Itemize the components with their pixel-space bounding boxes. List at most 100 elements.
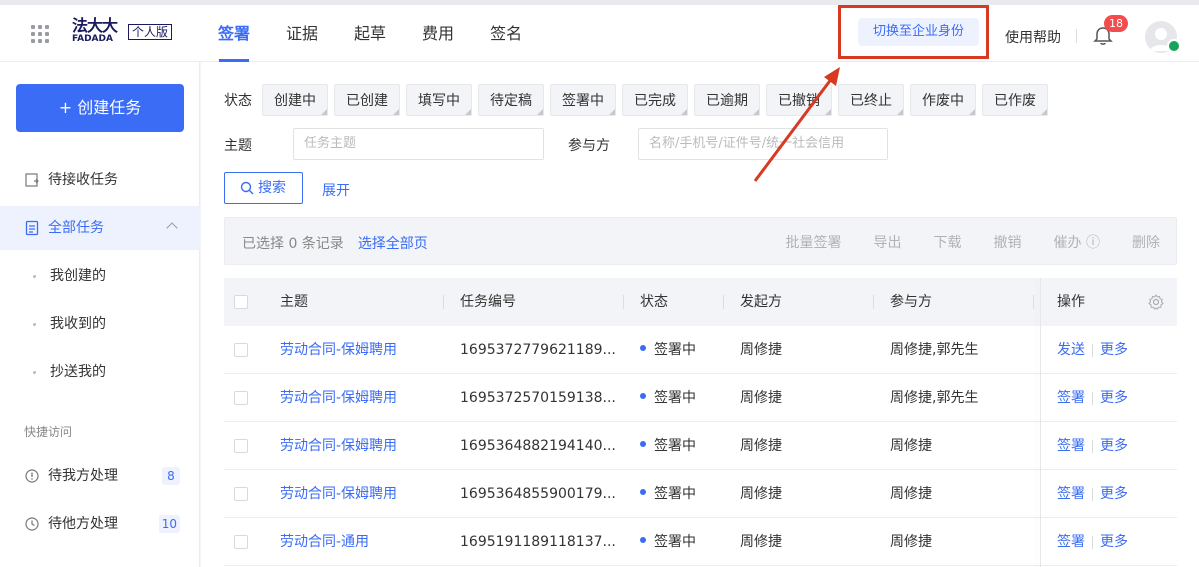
nav-tab-signature[interactable]: 签名 xyxy=(472,5,540,62)
party-input[interactable]: 名称/手机号/证件号/统一社会信用 xyxy=(638,128,888,160)
settings-gear-icon[interactable] xyxy=(1148,294,1164,310)
task-id: 1695364855900179... xyxy=(460,486,616,502)
column-header-parties: 参与方 xyxy=(890,294,932,310)
status-dot xyxy=(640,393,646,399)
clock-icon xyxy=(25,517,39,531)
more-action-link[interactable]: 更多 xyxy=(1100,390,1128,406)
status-chip[interactable]: 已创建 xyxy=(334,84,400,116)
logo-en: FADADA xyxy=(72,34,113,44)
send-action-link[interactable]: 发送 xyxy=(1057,342,1085,358)
nav-tab-draft[interactable]: 起草 xyxy=(336,5,404,62)
top-bar: 法大大 FADADA 个人版 签署 证据 起草 费用 签名 使用帮助 18 xyxy=(0,0,1199,62)
sidebar-item-awaiting-others[interactable]: 待他方处理 10 xyxy=(0,502,200,546)
help-link[interactable]: 使用帮助 xyxy=(1005,27,1061,47)
actions-column-divider xyxy=(1040,278,1041,567)
sidebar-item-awaiting-us[interactable]: 待我方处理 8 xyxy=(0,454,200,498)
status-filter-label: 状态 xyxy=(224,93,252,109)
task-status: 签署中 xyxy=(640,326,696,374)
switch-highlight-box: 切换至企业身份 xyxy=(838,5,989,59)
row-checkbox[interactable] xyxy=(234,487,248,501)
more-action-link[interactable]: 更多 xyxy=(1100,438,1128,454)
sign-action-link[interactable]: 签署 xyxy=(1057,438,1085,454)
revoke-button[interactable]: 撤销 xyxy=(978,232,1038,252)
remind-button[interactable]: 催办 ⓘ xyxy=(1038,232,1116,252)
column-divider xyxy=(443,295,444,309)
nav-tab-evidence[interactable]: 证据 xyxy=(268,5,336,62)
task-subject-link[interactable]: 劳动合同-保姆聘用 xyxy=(280,470,397,518)
table-row: 劳动合同-通用 1695191189118137... 签署中 周修捷 周修捷 … xyxy=(224,518,1177,566)
search-button[interactable]: 搜索 xyxy=(224,172,303,204)
sidebar-sub-created-by-me[interactable]: 我创建的 xyxy=(0,254,200,298)
table-row: 劳动合同-保姆聘用 1695372570159138... 签署中 周修捷 周修… xyxy=(224,374,1177,422)
sidebar-item-label: 全部任务 xyxy=(48,220,104,236)
task-status: 签署中 xyxy=(640,470,696,518)
task-status: 签署中 xyxy=(640,518,696,566)
create-task-button[interactable]: + 创建任务 xyxy=(16,84,184,132)
nav-tab-fees[interactable]: 费用 xyxy=(404,5,472,62)
task-subject-link[interactable]: 劳动合同-保姆聘用 xyxy=(280,374,397,422)
table-row: 劳动合同-保姆聘用 1695364882194140... 签署中 周修捷 周修… xyxy=(224,422,1177,470)
column-divider xyxy=(873,295,874,309)
batch-action-bar: 已选择 0 条记录 选择全部页 批量签署 导出 下载 撤销 催办 ⓘ 删除 xyxy=(224,217,1177,265)
column-header-subject: 主题 xyxy=(280,294,308,310)
status-chip[interactable]: 已逾期 xyxy=(694,84,760,116)
status-chip[interactable]: 创建中 xyxy=(262,84,328,116)
status-chip[interactable]: 已作废 xyxy=(982,84,1048,116)
status-chip[interactable]: 已撤销 xyxy=(766,84,832,116)
task-id: 1695372779621189... xyxy=(460,342,616,358)
sidebar-item-pending[interactable]: 待接收任务 xyxy=(0,158,200,202)
status-chip[interactable]: 已完成 xyxy=(622,84,688,116)
status-chip[interactable]: 已终止 xyxy=(838,84,904,116)
task-parties: 周修捷 xyxy=(890,534,932,550)
more-action-link[interactable]: 更多 xyxy=(1100,534,1128,550)
selected-count-text: 已选择 0 条记录 xyxy=(242,236,344,252)
nav-tab-sign[interactable]: 签署 xyxy=(200,5,268,62)
row-checkbox[interactable] xyxy=(234,343,248,357)
sidebar-sub-received[interactable]: 我收到的 xyxy=(0,302,200,346)
document-icon xyxy=(25,220,39,236)
export-button[interactable]: 导出 xyxy=(858,232,918,252)
sidebar-item-label: 待我方处理 xyxy=(48,468,118,484)
row-actions: 签署 更多 xyxy=(1057,374,1128,422)
sign-action-link[interactable]: 签署 xyxy=(1057,390,1085,406)
inbox-icon xyxy=(25,173,39,187)
status-dot xyxy=(640,489,646,495)
sign-action-link[interactable]: 签署 xyxy=(1057,534,1085,550)
select-all-checkbox[interactable] xyxy=(234,295,248,309)
app-grid-icon[interactable] xyxy=(31,25,49,43)
download-button[interactable]: 下载 xyxy=(918,232,978,252)
more-action-link[interactable]: 更多 xyxy=(1100,342,1128,358)
select-all-pages-link[interactable]: 选择全部页 xyxy=(358,236,428,252)
task-parties: 周修捷,郭先生 xyxy=(890,342,979,358)
task-subject-link[interactable]: 劳动合同-保姆聘用 xyxy=(280,422,397,470)
search-icon xyxy=(240,181,254,195)
chevron-up-icon[interactable] xyxy=(166,222,178,234)
expand-filters-link[interactable]: 展开 xyxy=(322,180,350,200)
sidebar-sub-cc-me[interactable]: 抄送我的 xyxy=(0,350,200,394)
table-header: 主题 任务编号 状态 发起方 参与方 操作 xyxy=(224,278,1177,326)
status-dot xyxy=(640,345,646,351)
row-checkbox[interactable] xyxy=(234,391,248,405)
status-chip[interactable]: 签署中 xyxy=(550,84,616,116)
sign-action-link[interactable]: 签署 xyxy=(1057,486,1085,502)
table-row: 劳动合同-保姆聘用 1695372779621189... 签署中 周修捷 周修… xyxy=(224,326,1177,374)
row-checkbox[interactable] xyxy=(234,535,248,549)
column-header-initiator: 发起方 xyxy=(740,294,782,310)
party-label: 参与方 xyxy=(568,138,610,154)
switch-to-enterprise-button[interactable]: 切换至企业身份 xyxy=(858,18,979,46)
sidebar-item-all-tasks[interactable]: 全部任务 xyxy=(0,206,200,250)
subject-input[interactable]: 任务主题 xyxy=(293,128,544,160)
batch-sign-button[interactable]: 批量签署 xyxy=(770,232,858,252)
task-subject-link[interactable]: 劳动合同-保姆聘用 xyxy=(280,326,397,374)
logo[interactable]: 法大大 FADADA xyxy=(72,18,124,48)
status-filter-row: 状态 创建中 已创建 填写中 待定稿 签署中 已完成 已逾期 已撤销 已终止 作… xyxy=(224,84,1054,116)
status-chip[interactable]: 待定稿 xyxy=(478,84,544,116)
status-chip[interactable]: 作废中 xyxy=(910,84,976,116)
more-action-link[interactable]: 更多 xyxy=(1100,486,1128,502)
task-subject-link[interactable]: 劳动合同-通用 xyxy=(280,518,369,566)
sidebar-item-label: 待接收任务 xyxy=(48,172,118,188)
search-button-label: 搜索 xyxy=(258,180,286,196)
status-chip[interactable]: 填写中 xyxy=(406,84,472,116)
delete-button[interactable]: 删除 xyxy=(1116,232,1176,252)
row-checkbox[interactable] xyxy=(234,439,248,453)
